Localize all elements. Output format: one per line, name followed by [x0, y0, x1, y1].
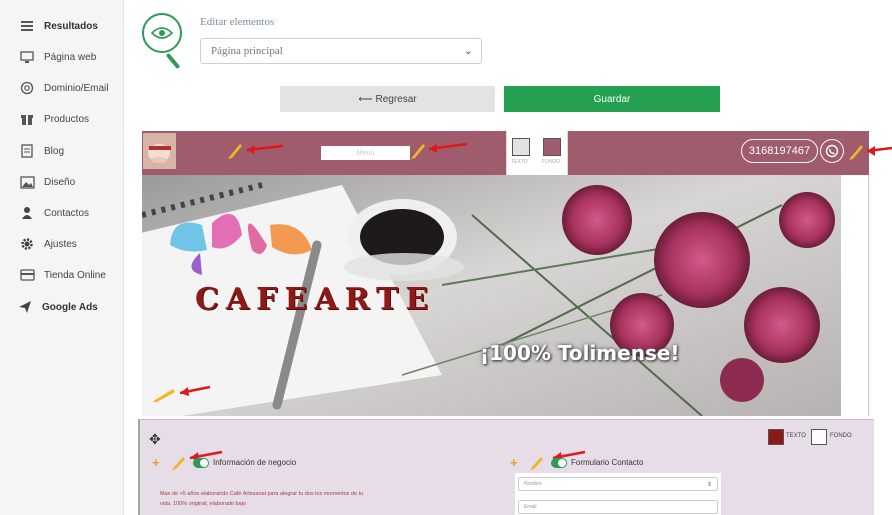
- back-button[interactable]: ⟵ Regresar: [280, 86, 495, 112]
- sidebar-item-label: Contactos: [44, 207, 90, 219]
- preview-eye-icon[interactable]: [142, 13, 182, 53]
- magnifier-handle-icon: [165, 52, 181, 70]
- sidebar-item-label: Productos: [44, 113, 90, 125]
- red-arrow-icon: [179, 385, 211, 396]
- section-bg-color-swatch[interactable]: [811, 429, 827, 445]
- sidebar-item-blog[interactable]: Blog: [18, 140, 64, 162]
- section-text-color-label: TEXTO: [786, 433, 806, 439]
- business-info-toggle[interactable]: [193, 458, 209, 468]
- menu-icon: [18, 20, 36, 32]
- edit-menu-pencil-icon[interactable]: [410, 141, 426, 159]
- sidebar-item-label: Página web: [44, 51, 97, 63]
- business-description: Mas de +5 años elaborando Café Artesanal…: [160, 491, 364, 507]
- page-select[interactable]: Página principal ⌄: [200, 38, 482, 64]
- gear-icon: [18, 237, 36, 251]
- form-email-placeholder: Email: [524, 504, 537, 510]
- business-info-label: Información de negocio: [213, 458, 297, 467]
- sidebar-item-label: Ajustes: [44, 238, 77, 250]
- sidebar-item-label: Google Ads: [42, 301, 98, 313]
- edit-contact-pencil-icon[interactable]: [848, 142, 864, 160]
- banner-brand-text[interactable]: CAFEARTE: [195, 282, 435, 317]
- stepper-icon: ⇕: [706, 481, 712, 488]
- edit-banner-pencil-icon[interactable]: [153, 386, 177, 402]
- add-form-element-icon[interactable]: +: [510, 455, 518, 470]
- chevron-down-icon: ⌄: [463, 45, 473, 57]
- page-editor: Resultados Página web Dominio/Email Prod…: [0, 0, 892, 515]
- move-icon[interactable]: ✥: [149, 431, 161, 448]
- red-arrow-icon: [428, 142, 468, 153]
- sidebar-item-ajustes[interactable]: Ajustes: [18, 233, 77, 255]
- edit-logo-pencil-icon[interactable]: [227, 141, 243, 159]
- sidebar-item-dominio-email[interactable]: Dominio/Email: [18, 77, 108, 99]
- sidebar-item-google-ads[interactable]: Google Ads: [16, 296, 98, 318]
- banner-slogan-text[interactable]: ¡100% Tolimense!: [480, 341, 680, 365]
- image-icon: [18, 175, 36, 189]
- gift-icon: [18, 112, 36, 126]
- whatsapp-icon[interactable]: [820, 139, 844, 163]
- page-select-value: Página principal: [211, 45, 283, 57]
- sidebar-item-productos[interactable]: Productos: [18, 108, 89, 130]
- sidebar-item-label: Dominio/Email: [44, 82, 109, 94]
- phone-button[interactable]: 3168197467: [741, 139, 818, 163]
- sidebar-item-resultados[interactable]: Resultados: [18, 15, 98, 37]
- sidebar-item-pagina-web[interactable]: Página web: [18, 46, 96, 68]
- sidebar-item-label: Resultados: [44, 20, 98, 32]
- monitor-icon: [18, 50, 36, 64]
- at-icon: [18, 81, 36, 95]
- user-icon: [18, 206, 36, 220]
- save-button[interactable]: Guardar: [504, 86, 720, 112]
- contact-form-label: Formulario Contacto: [571, 458, 644, 467]
- section-bg-color-label: FONDO: [830, 433, 852, 439]
- sidebar-item-contactos[interactable]: Contactos: [18, 202, 89, 224]
- red-arrow-icon: [866, 146, 892, 156]
- header-text-color-label: TEXTO: [511, 159, 528, 165]
- form-name-field[interactable]: Nombre ⇕: [518, 477, 718, 491]
- menu-placeholder-box[interactable]: Menú: [321, 146, 410, 160]
- header-text-color-swatch[interactable]: [512, 138, 530, 156]
- send-icon: [16, 300, 34, 314]
- sidebar-item-tienda-online[interactable]: Tienda Online: [18, 264, 106, 286]
- header-color-swatches: TEXTO FONDO: [506, 131, 568, 175]
- red-arrow-icon: [246, 144, 284, 154]
- sidebar: Resultados Página web Dominio/Email Prod…: [0, 0, 124, 515]
- edit-form-pencil-icon[interactable]: [530, 455, 544, 470]
- banner-right-margin: [841, 175, 869, 416]
- editor-title: Editar elementos: [200, 16, 275, 28]
- card-icon: [18, 269, 36, 281]
- sidebar-item-label: Blog: [44, 145, 65, 157]
- document-icon: [18, 144, 36, 158]
- edit-business-pencil-icon[interactable]: [172, 455, 186, 470]
- sidebar-item-label: Tienda Online: [44, 269, 106, 281]
- form-email-field[interactable]: Email: [518, 500, 718, 514]
- header-bg-color-swatch[interactable]: [543, 138, 561, 156]
- add-business-element-icon[interactable]: +: [152, 455, 160, 470]
- section-text-color-swatch[interactable]: [768, 429, 784, 445]
- contact-form-toggle[interactable]: [551, 458, 567, 468]
- form-name-placeholder: Nombre: [524, 481, 542, 487]
- sidebar-item-label: Diseño: [44, 176, 76, 188]
- header-bg-color-label: FONDO: [542, 159, 561, 165]
- site-logo-thumbnail[interactable]: [143, 133, 176, 169]
- sidebar-item-diseno[interactable]: Diseño: [18, 171, 75, 193]
